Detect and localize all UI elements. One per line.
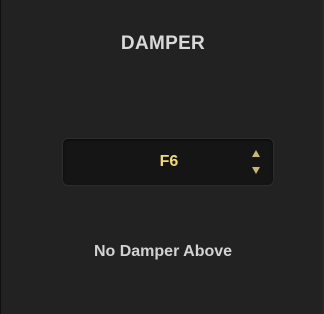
damper-panel: DAMPER F6 No Damper Above <box>0 0 324 314</box>
chevron-up-icon[interactable] <box>252 150 260 157</box>
note-stepper[interactable] <box>252 150 262 174</box>
damper-status-label: No Damper Above <box>93 243 233 260</box>
chevron-down-icon[interactable] <box>252 167 260 174</box>
panel-title: DAMPER <box>120 33 206 54</box>
note-value: F6 <box>159 153 179 170</box>
damper-note-select[interactable]: F6 <box>62 138 274 186</box>
